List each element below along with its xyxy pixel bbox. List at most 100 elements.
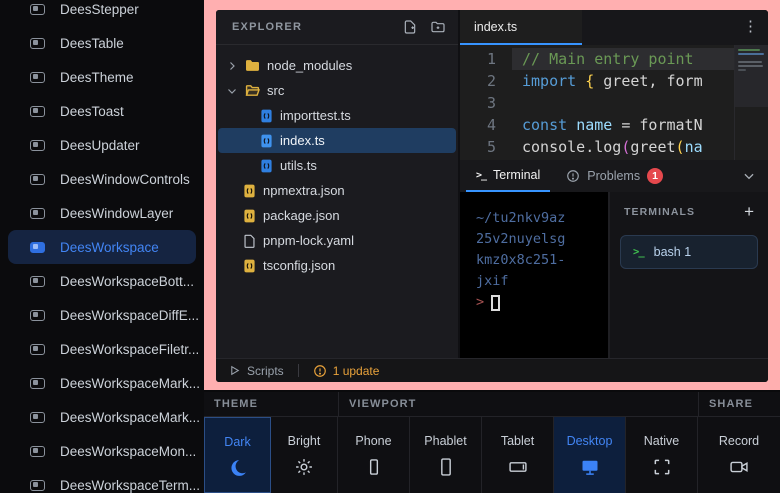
- tree-item-npmextra[interactable]: npmextra.json: [216, 178, 458, 203]
- tree-item-label: npmextra.json: [263, 183, 345, 198]
- component-icon: [30, 38, 45, 49]
- tree-item-label: utils.ts: [280, 158, 317, 173]
- button-label: Record: [719, 434, 759, 448]
- terminals-panel: TERMINALS + >_ bash 1: [608, 192, 768, 358]
- sidebar-item-deesworkspacemonaco[interactable]: DeesWorkspaceMon...: [0, 434, 204, 468]
- code-token: {: [585, 72, 594, 90]
- tree-item-src[interactable]: src: [216, 78, 458, 103]
- warning-circle-icon: [313, 364, 327, 378]
- viewport-tablet-button[interactable]: Tablet: [482, 417, 554, 493]
- code-token: import: [522, 72, 585, 90]
- scripts-label: Scripts: [247, 364, 284, 378]
- add-terminal-icon[interactable]: +: [744, 205, 754, 219]
- sidebar-item-deesworkspacebottombar[interactable]: DeesWorkspaceBott...: [0, 264, 204, 298]
- tab-terminal[interactable]: >_ Terminal: [466, 160, 550, 192]
- folder-open-icon: [245, 84, 260, 97]
- terminal-line: 25v2nuyelsg: [476, 229, 602, 250]
- tree-item-label: pnpm-lock.yaml: [263, 233, 354, 248]
- sidebar-item-deeswindowcontrols[interactable]: DeesWindowControls: [0, 162, 204, 196]
- terminal-item-label: bash 1: [654, 245, 692, 259]
- terminal-list-item-bash[interactable]: >_ bash 1: [620, 235, 758, 269]
- sidebar-item-deestoast[interactable]: DeesToast: [0, 94, 204, 128]
- viewport-phone-button[interactable]: Phone: [338, 417, 410, 493]
- sidebar-item-label: DeesWorkspaceMark...: [60, 410, 200, 425]
- code-editor[interactable]: 1 // Main entry point 2 import { greet, …: [460, 45, 768, 160]
- button-label: Native: [644, 434, 679, 448]
- record-video-icon: [729, 457, 749, 477]
- sidebar-item-deesupdater[interactable]: DeesUpdater: [0, 128, 204, 162]
- tree-item-label: package.json: [263, 208, 340, 223]
- button-label: Phone: [355, 434, 391, 448]
- divider: [298, 364, 299, 377]
- code-token: console.log: [522, 138, 621, 156]
- json-file-icon: [243, 259, 256, 273]
- sidebar-item-label: DeesWorkspaceFiletr...: [60, 342, 199, 357]
- section-theme: THEME: [204, 392, 338, 416]
- tab-label: Problems: [587, 169, 640, 183]
- component-icon: [30, 480, 45, 491]
- sidebar-item-label: DeesWorkspace: [60, 240, 159, 255]
- terminal-output[interactable]: ~/tu2nkv9az 25v2nuyelsg kmz0x8c251- jxif…: [460, 192, 608, 358]
- code-line: 2 import { greet, form: [460, 70, 768, 92]
- section-share: SHARE: [698, 392, 780, 416]
- workspace-status-bar: Scripts 1 update: [216, 358, 768, 382]
- update-indicator[interactable]: 1 update: [313, 364, 380, 378]
- new-file-icon[interactable]: [402, 19, 418, 35]
- component-icon: [30, 140, 45, 151]
- sidebar-item-deesworkspacemark1[interactable]: DeesWorkspaceMark...: [0, 366, 204, 400]
- share-record-button[interactable]: Record: [698, 417, 780, 493]
- code-line: 4 const name = formatN: [460, 114, 768, 136]
- sidebar-item-label: DeesUpdater: [60, 138, 140, 153]
- terminal-line: ~/tu2nkv9az: [476, 208, 602, 229]
- component-icon: [30, 208, 45, 219]
- viewport-native-button[interactable]: Native: [626, 417, 698, 493]
- sidebar-item-label: DeesWorkspaceMon...: [60, 444, 196, 459]
- tree-item-importtest[interactable]: importtest.ts: [216, 103, 458, 128]
- sidebar-item-deeswindowlayer[interactable]: DeesWindowLayer: [0, 196, 204, 230]
- terminal-icon: >_: [633, 246, 644, 258]
- viewport-desktop-button[interactable]: Desktop: [554, 417, 626, 493]
- tree-item-tsconfig[interactable]: tsconfig.json: [216, 253, 458, 278]
- sidebar-item-deestable[interactable]: DeesTable: [0, 26, 204, 60]
- code-token: name: [576, 116, 612, 134]
- minimap[interactable]: [734, 45, 768, 160]
- sidebar-item-deesworkspacefiletree[interactable]: DeesWorkspaceFiletr...: [0, 332, 204, 366]
- code-line: 5 console.log(greet(na: [460, 136, 768, 158]
- code-token: (: [676, 138, 685, 156]
- button-label: Tablet: [501, 434, 534, 448]
- sidebar-item-deestheme[interactable]: DeesTheme: [0, 60, 204, 94]
- sidebar-item-deesworkspacediffeditor[interactable]: DeesWorkspaceDiffE...: [0, 298, 204, 332]
- tree-item-label: node_modules: [267, 58, 352, 73]
- tree-item-package[interactable]: package.json: [216, 203, 458, 228]
- chevron-down-icon[interactable]: [742, 169, 756, 183]
- tree-item-utils[interactable]: utils.ts: [216, 153, 458, 178]
- sidebar-item-deesworkspace[interactable]: DeesWorkspace: [8, 230, 196, 264]
- sidebar-item-deesworkspaceterminal[interactable]: DeesWorkspaceTerm...: [0, 468, 204, 493]
- tab-problems[interactable]: Problems 1: [556, 160, 673, 192]
- prompt-chevron: >: [476, 292, 484, 313]
- tree-item-node-modules[interactable]: node_modules: [216, 53, 458, 78]
- line-number: 5: [460, 136, 512, 158]
- theme-bright-button[interactable]: Bright: [271, 417, 338, 493]
- explorer-panel: EXPLORER node_modules src: [216, 10, 460, 358]
- sidebar-item-deesstepper[interactable]: DeesStepper: [0, 0, 204, 26]
- tab-index-ts[interactable]: index.ts: [460, 10, 582, 45]
- new-folder-icon[interactable]: [430, 19, 446, 35]
- toolbar-buttons: Dark Bright Phone Phablet Tablet Desktop…: [204, 417, 780, 493]
- sidebar-item-label: DeesWorkspaceMark...: [60, 376, 200, 391]
- scripts-button[interactable]: Scripts: [228, 364, 284, 378]
- component-icon: [30, 72, 45, 83]
- problems-badge: 1: [647, 168, 663, 184]
- tree-item-index-selected[interactable]: index.ts: [218, 128, 456, 153]
- viewport-phablet-button[interactable]: Phablet: [410, 417, 482, 493]
- tree-item-pnpm-lock[interactable]: pnpm-lock.yaml: [216, 228, 458, 253]
- file-icon: [243, 234, 256, 248]
- component-icon: [30, 412, 45, 423]
- phablet-icon: [436, 457, 456, 477]
- component-icon: [30, 174, 45, 185]
- sun-icon: [294, 457, 314, 477]
- button-label: Phablet: [424, 434, 466, 448]
- theme-dark-button[interactable]: Dark: [204, 417, 271, 493]
- kebab-menu-icon[interactable]: ⋮: [743, 17, 758, 35]
- sidebar-item-deesworkspacemark2[interactable]: DeesWorkspaceMark...: [0, 400, 204, 434]
